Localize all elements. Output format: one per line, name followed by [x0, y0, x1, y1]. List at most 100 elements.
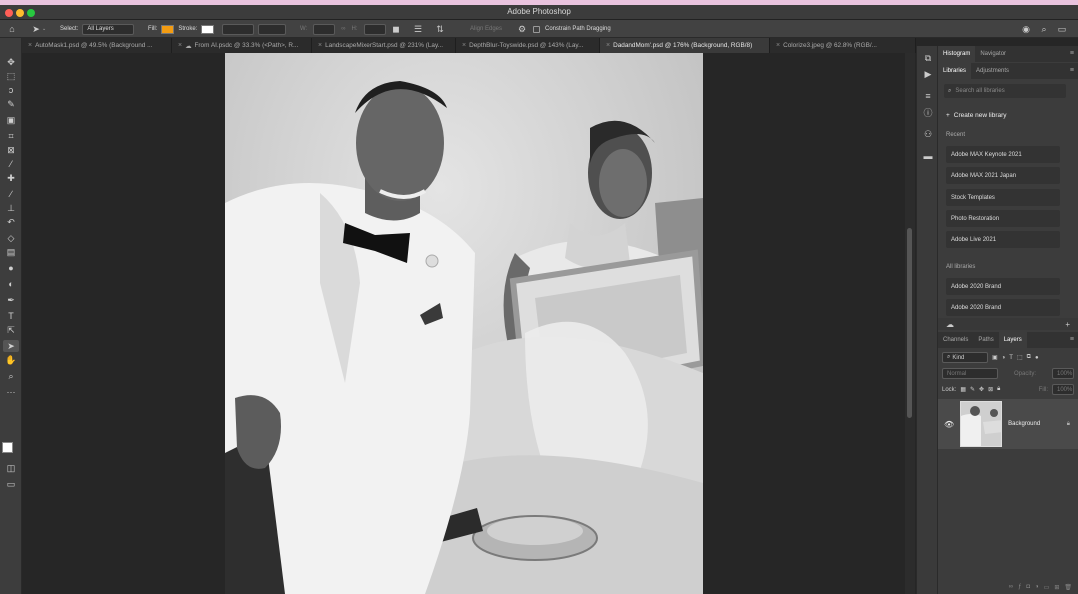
- library-item[interactable]: Photo Restoration: [946, 210, 1060, 227]
- library-item[interactable]: Adobe MAX 2021 Japan: [946, 167, 1060, 184]
- chevron-down-icon[interactable]: ⌄: [42, 26, 46, 32]
- panel-menu-icon[interactable]: ≡: [1070, 67, 1074, 74]
- path-select-tool-icon[interactable]: ➤: [30, 23, 42, 35]
- learn-panel-icon[interactable]: ⚇: [921, 128, 935, 140]
- scrollbar-thumb[interactable]: [907, 228, 912, 418]
- layer-row[interactable]: 👁︎ Background 🔒︎: [938, 399, 1078, 449]
- path-operations-icon[interactable]: ◼: [390, 23, 402, 35]
- blur-tool-icon[interactable]: ●: [3, 262, 19, 274]
- opacity-field[interactable]: 100%: [1051, 368, 1074, 379]
- tab-colorize[interactable]: × Colorize3.jpeg @ 62.8% (RGB/...: [770, 38, 916, 53]
- tab-dadandmom[interactable]: × DadandMom'.psd @ 176% (Background, RGB/…: [600, 38, 770, 53]
- hand-tool-icon[interactable]: ✋: [3, 354, 19, 366]
- quick-select-tool-icon[interactable]: ✎: [3, 98, 19, 110]
- tab-from-ai[interactable]: × ☁ From AI.psdc @ 33.3% (<Path>, R...: [172, 38, 312, 53]
- library-item[interactable]: Adobe 2020 Brand: [946, 299, 1060, 316]
- cloud-icon[interactable]: ☁: [946, 320, 954, 329]
- link-layers-icon[interactable]: ∞: [1009, 584, 1013, 594]
- eyedropper-tool-icon[interactable]: ⁄: [3, 158, 19, 170]
- crop-tool-icon[interactable]: ⌗: [3, 130, 19, 142]
- filter-smart-icon[interactable]: ⧉: [1027, 354, 1031, 361]
- stroke-type-dropdown[interactable]: [258, 23, 286, 35]
- adjustment-layer-icon[interactable]: ◑: [1035, 584, 1039, 594]
- tab-automask[interactable]: × AutoMask1.psd @ 49.5% (Background ...: [22, 38, 172, 53]
- select-dropdown[interactable]: All Layers: [82, 23, 135, 35]
- stamp-tool-icon[interactable]: ⊥: [3, 202, 19, 214]
- stroke-swatch[interactable]: [201, 24, 215, 34]
- filter-type-icon[interactable]: T: [1009, 355, 1013, 361]
- close-icon[interactable]: ×: [462, 42, 466, 49]
- foreground-color-swatch[interactable]: [2, 442, 13, 453]
- history-brush-tool-icon[interactable]: ↶: [3, 216, 19, 228]
- marquee-tool-icon[interactable]: ⬚: [3, 70, 19, 82]
- filter-shape-icon[interactable]: ⬚: [1017, 354, 1023, 361]
- new-layer-icon[interactable]: ⊞: [1054, 584, 1059, 594]
- library-item[interactable]: Adobe MAX Keynote 2021: [946, 146, 1060, 163]
- type-tool-icon[interactable]: T: [3, 310, 19, 322]
- library-search-field[interactable]: ⌕ Search all libraries: [944, 84, 1066, 98]
- workspace-icon[interactable]: ▭: [1056, 23, 1068, 35]
- object-select-tool-icon[interactable]: ▣: [3, 114, 19, 126]
- tab-depthblur[interactable]: × DepthBlur-Toyswide.psd @ 143% (Lay...: [456, 38, 600, 53]
- screen-mode-icon[interactable]: ▭: [3, 478, 19, 490]
- path-select-tool-icon[interactable]: ⇱: [3, 324, 19, 336]
- tab-libraries[interactable]: Libraries: [938, 63, 972, 79]
- width-field[interactable]: [313, 23, 336, 35]
- comments-panel-icon[interactable]: ▬: [921, 150, 935, 162]
- path-arrangement-icon[interactable]: ⇅: [434, 23, 446, 35]
- lasso-tool-icon[interactable]: ↄ: [3, 84, 19, 96]
- history-panel-icon[interactable]: ⧉: [921, 52, 935, 64]
- library-item[interactable]: Stock Templates: [946, 189, 1060, 206]
- tab-paths[interactable]: Paths: [973, 332, 998, 348]
- fill-field[interactable]: 100%: [1052, 384, 1074, 395]
- add-icon[interactable]: +: [1065, 320, 1070, 329]
- close-icon[interactable]: ×: [318, 42, 322, 49]
- canvas-scrollbar[interactable]: [905, 53, 915, 594]
- quick-mask-icon[interactable]: ◫: [3, 462, 19, 474]
- fx-icon[interactable]: ƒ: [1018, 584, 1021, 594]
- constrain-checkbox[interactable]: [533, 25, 540, 33]
- more-tools-icon[interactable]: ···: [3, 386, 19, 398]
- tab-adjustments[interactable]: Adjustments: [971, 63, 1014, 79]
- lock-artboard-icon[interactable]: ⊠: [988, 386, 993, 393]
- tab-channels[interactable]: Channels: [938, 332, 973, 348]
- filter-adjustment-icon[interactable]: ◑: [1002, 355, 1006, 361]
- tab-histogram[interactable]: Histogram: [938, 46, 976, 62]
- zoom-tool-icon[interactable]: ⌕: [3, 370, 19, 382]
- blend-mode-dropdown[interactable]: Normal: [942, 368, 998, 379]
- link-icon[interactable]: ∞: [341, 26, 345, 32]
- close-icon[interactable]: ×: [606, 42, 610, 49]
- lock-all-icon[interactable]: 🔒︎: [997, 386, 1000, 393]
- panel-menu-icon[interactable]: ≡: [1070, 336, 1074, 343]
- document-canvas[interactable]: [22, 53, 910, 594]
- filter-toggle-icon[interactable]: ●: [1035, 355, 1039, 361]
- gear-icon[interactable]: ⚙: [516, 23, 528, 35]
- properties-panel-icon[interactable]: ≡: [921, 90, 935, 102]
- eye-icon[interactable]: 👁︎: [944, 420, 954, 429]
- gradient-tool-icon[interactable]: ▤: [3, 246, 19, 258]
- stroke-width-field[interactable]: [222, 23, 254, 35]
- direct-select-tool-icon[interactable]: ➤: [3, 340, 19, 352]
- filter-pixel-icon[interactable]: ▣: [992, 354, 998, 361]
- tab-navigator[interactable]: Navigator: [975, 46, 1011, 62]
- tab-layers[interactable]: Layers: [998, 332, 1027, 348]
- library-item[interactable]: Adobe Live 2021: [946, 231, 1060, 248]
- frame-tool-icon[interactable]: ⊠: [3, 144, 19, 156]
- path-alignment-icon[interactable]: ☰: [412, 23, 424, 35]
- share-icon[interactable]: ◉: [1020, 23, 1032, 35]
- spot-heal-tool-icon[interactable]: ✚: [3, 172, 19, 184]
- lock-position-icon[interactable]: ✥: [979, 386, 984, 393]
- actions-panel-icon[interactable]: ▶: [921, 68, 935, 80]
- close-icon[interactable]: ×: [28, 42, 32, 49]
- search-icon[interactable]: ⌕: [1038, 23, 1050, 35]
- layer-filter-dropdown[interactable]: ⌕ Kind: [942, 352, 988, 363]
- lock-pixels-icon[interactable]: ✎: [970, 386, 975, 393]
- close-icon[interactable]: ×: [776, 42, 780, 49]
- create-library-button[interactable]: + Create new library: [946, 112, 1007, 119]
- eraser-tool-icon[interactable]: ◇: [3, 232, 19, 244]
- info-panel-icon[interactable]: ⓘ: [921, 106, 935, 118]
- group-icon[interactable]: ▭: [1044, 584, 1050, 594]
- tab-landscape[interactable]: × LandscapeMixerStart.psd @ 231% (Lay...: [312, 38, 456, 53]
- mask-icon[interactable]: ◘: [1026, 584, 1030, 594]
- panel-menu-icon[interactable]: ≡: [1070, 50, 1074, 57]
